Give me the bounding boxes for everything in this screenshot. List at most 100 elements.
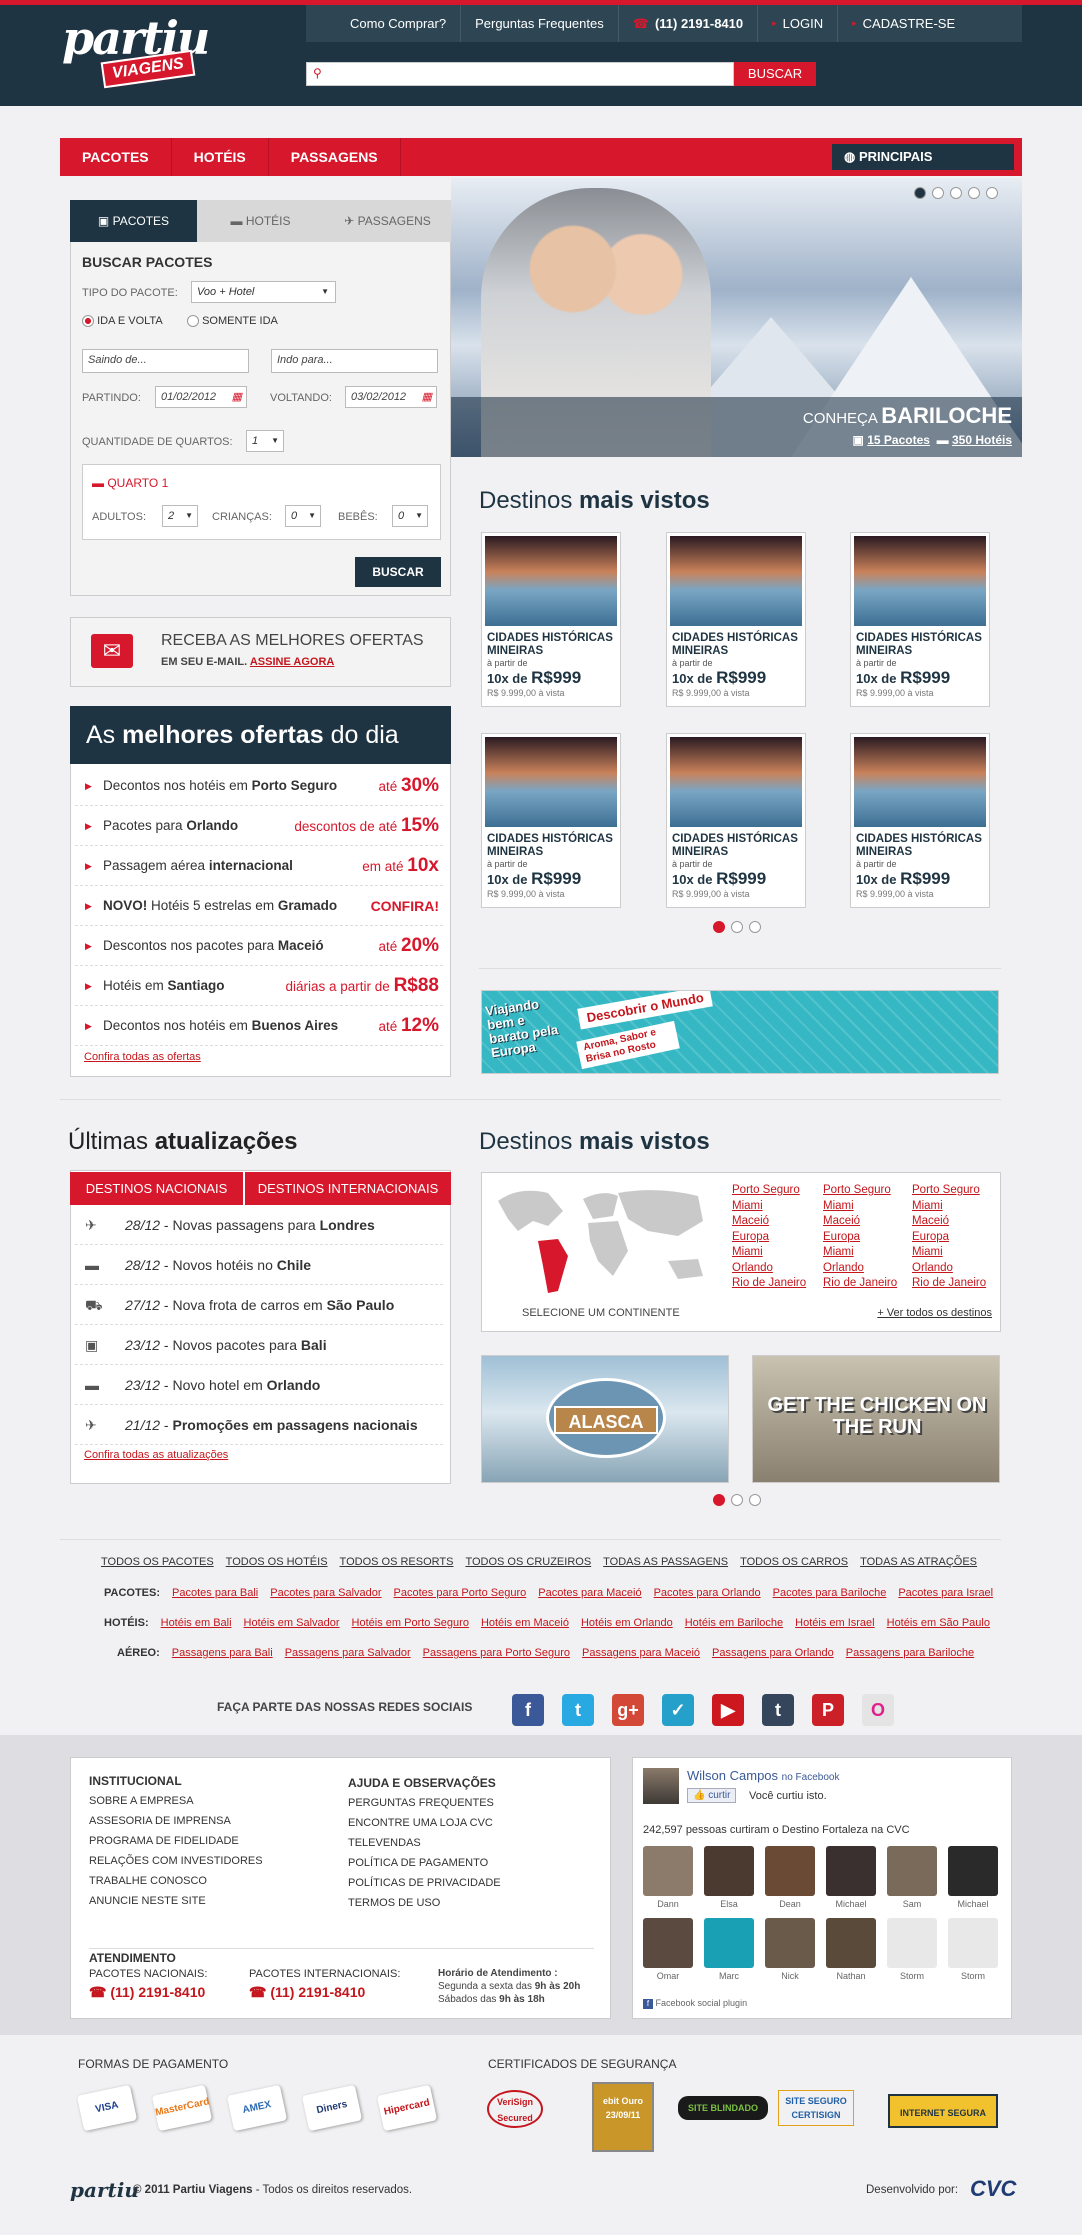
criancas-select[interactable]: 0 ▼ bbox=[285, 505, 321, 527]
aereo-link[interactable]: Passagens para Bali bbox=[172, 1647, 273, 1659]
pacotes-link[interactable]: Pacotes para Salvador bbox=[270, 1587, 381, 1599]
fan-avatar[interactable] bbox=[826, 1918, 876, 1968]
footer-link[interactable]: SOBRE A EMPRESA bbox=[89, 1791, 263, 1811]
link-faq[interactable]: Perguntas Frequentes bbox=[461, 5, 619, 42]
ebit-badge[interactable]: ebit Ouro 23/09/11 bbox=[592, 2082, 654, 2152]
page-dot[interactable] bbox=[731, 921, 743, 933]
destination-card[interactable]: CIDADES HISTÓRICAS MINEIRAS à partir de 10… bbox=[850, 733, 990, 908]
city-link[interactable]: Miami bbox=[732, 1245, 806, 1261]
city-link[interactable]: Miami bbox=[823, 1199, 897, 1215]
slide-dot[interactable] bbox=[950, 187, 962, 199]
city-link[interactable]: Europa bbox=[912, 1230, 986, 1246]
hoteis-link[interactable]: Hotéis em Salvador bbox=[244, 1617, 340, 1629]
link-como-comprar[interactable]: Como Comprar? bbox=[306, 5, 462, 42]
destination-card[interactable]: CIDADES HISTÓRICAS MINEIRAS à partir de 10… bbox=[850, 532, 990, 707]
footer-link[interactable]: TERMOS DE USO bbox=[348, 1893, 501, 1913]
pacotes-link[interactable]: Pacotes para Orlando bbox=[654, 1587, 761, 1599]
fb-like-button[interactable]: 👍 curtir bbox=[687, 1788, 737, 1803]
updates-link[interactable]: Confira todas as atualizações bbox=[84, 1449, 228, 1461]
footer-link[interactable]: PERGUNTAS FREQUENTES bbox=[348, 1793, 501, 1813]
footer-link[interactable]: POLÍTICA DE PAGAMENTO bbox=[348, 1853, 501, 1873]
update-row[interactable]: ⛟ 27/12 - Nova frota de carros em São Pau… bbox=[75, 1285, 443, 1325]
update-row[interactable]: ✈ 28/12 - Novas passagens para Londres bbox=[75, 1205, 443, 1245]
assine-link[interactable]: ASSINE AGORA bbox=[250, 656, 335, 668]
cvc-logo[interactable]: CVC bbox=[970, 2176, 1016, 2202]
tab-destinos-nacionais[interactable]: DESTINOS NACIONAIS bbox=[70, 1172, 243, 1205]
voltando-date[interactable]: 03/02/2012 ▦ bbox=[345, 386, 437, 408]
twitter-icon[interactable]: t bbox=[562, 1694, 594, 1726]
page-dot[interactable] bbox=[749, 921, 761, 933]
buscar-button[interactable]: BUSCAR bbox=[355, 557, 441, 587]
slide-dot[interactable] bbox=[968, 187, 980, 199]
pacotes-link[interactable]: Pacotes para Porto Seguro bbox=[394, 1587, 527, 1599]
fan-avatar[interactable] bbox=[704, 1846, 754, 1896]
update-row[interactable]: ✈ 21/12 - Promoções em passagens nacionai… bbox=[75, 1405, 443, 1445]
footer-link[interactable]: ANUNCIE NESTE SITE bbox=[89, 1891, 263, 1911]
facebook-icon[interactable]: f bbox=[512, 1694, 544, 1726]
category-link[interactable]: TODAS AS ATRAÇÕES bbox=[860, 1556, 977, 1568]
signup-link[interactable]: ▸ CADASTRE-SE bbox=[838, 5, 969, 42]
city-link[interactable]: Miami bbox=[912, 1199, 986, 1215]
city-link[interactable]: Miami bbox=[912, 1245, 986, 1261]
aereo-link[interactable]: Passagens para Bariloche bbox=[846, 1647, 974, 1659]
hoteis-link[interactable]: Hotéis em Israel bbox=[795, 1617, 874, 1629]
destination-card[interactable]: CIDADES HISTÓRICAS MINEIRAS à partir de 10… bbox=[481, 532, 621, 707]
origem-input[interactable]: Saindo de... bbox=[82, 349, 249, 373]
page-dot[interactable] bbox=[731, 1494, 743, 1506]
radio-ida-volta[interactable]: IDA E VOLTA bbox=[82, 315, 163, 328]
update-row[interactable]: ▬ 28/12 - Novos hotéis no Chile bbox=[75, 1245, 443, 1285]
tab-passagens[interactable]: ✈ PASSAGENS bbox=[324, 200, 451, 242]
flickr-icon[interactable]: O bbox=[862, 1694, 894, 1726]
hoteis-link[interactable]: Hotéis em Porto Seguro bbox=[352, 1617, 469, 1629]
offer-row[interactable]: ▶ Passagem aérea internacional em até 10x bbox=[75, 846, 443, 886]
footer-link[interactable]: ASSESORIA DE IMPRENSA bbox=[89, 1811, 263, 1831]
principais-destinos-button[interactable]: ◍ PRINCIPAIS DESTINOS▼ bbox=[832, 144, 1014, 190]
destino-input[interactable]: Indo para... bbox=[271, 349, 438, 373]
footer-link[interactable]: RELAÇÕES COM INVESTIDORES bbox=[89, 1851, 263, 1871]
pacotes-link[interactable]: Pacotes para Bariloche bbox=[773, 1587, 887, 1599]
fan-avatar[interactable] bbox=[948, 1918, 998, 1968]
aereo-link[interactable]: Passagens para Maceió bbox=[582, 1647, 700, 1659]
destination-card[interactable]: CIDADES HISTÓRICAS MINEIRAS à partir de 10… bbox=[666, 532, 806, 707]
footer-link[interactable]: ENCONTRE UMA LOJA CVC bbox=[348, 1813, 501, 1833]
fan-avatar[interactable] bbox=[887, 1918, 937, 1968]
tumblr-icon[interactable]: t bbox=[762, 1694, 794, 1726]
footer-link[interactable]: TRABALHE CONOSCO bbox=[89, 1871, 263, 1891]
fan-avatar[interactable] bbox=[948, 1846, 998, 1896]
city-link[interactable]: Orlando bbox=[912, 1261, 986, 1277]
fan-avatar[interactable] bbox=[643, 1846, 693, 1896]
page-dot[interactable] bbox=[749, 1494, 761, 1506]
hoteis-link[interactable]: Hotéis em Orlando bbox=[581, 1617, 673, 1629]
city-link[interactable]: Porto Seguro bbox=[732, 1183, 806, 1199]
pacotes-link[interactable]: Pacotes para Bali bbox=[172, 1587, 258, 1599]
hoteis-link[interactable]: Hotéis em São Paulo bbox=[887, 1617, 990, 1629]
tipo-select[interactable]: Voo + Hotel ▼ bbox=[191, 281, 336, 303]
fan-avatar[interactable] bbox=[643, 1918, 693, 1968]
city-link[interactable]: Rio de Janeiro bbox=[823, 1276, 897, 1292]
hero-hoteis-link[interactable]: 350 Hotéis bbox=[952, 433, 1012, 447]
category-link[interactable]: TODOS OS HOTÉIS bbox=[226, 1556, 328, 1568]
europa-banner[interactable]: Viajando bem e barato pela Europa Descob… bbox=[481, 990, 999, 1074]
page-dot[interactable] bbox=[713, 921, 725, 933]
slide-dot[interactable] bbox=[986, 187, 998, 199]
destination-card[interactable]: CIDADES HISTÓRICAS MINEIRAS à partir de 10… bbox=[481, 733, 621, 908]
youtube-icon[interactable]: ▶ bbox=[712, 1694, 744, 1726]
category-link[interactable]: TODOS OS CRUZEIROS bbox=[465, 1556, 591, 1568]
site-blindado-badge[interactable]: SITE BLINDADO bbox=[678, 2096, 768, 2120]
offer-row[interactable]: ▶ Pacotes para Orlando descontos de até 15… bbox=[75, 806, 443, 846]
aereo-link[interactable]: Passagens para Orlando bbox=[712, 1647, 834, 1659]
city-link[interactable]: Orlando bbox=[823, 1261, 897, 1277]
pinterest-icon[interactable]: P bbox=[812, 1694, 844, 1726]
alasca-promo[interactable]: ALASCA bbox=[481, 1355, 729, 1483]
ver-todos-destinos[interactable]: + Ver todos os destinos bbox=[877, 1307, 992, 1319]
verisign-badge[interactable]: VeriSign Secured bbox=[487, 2090, 543, 2128]
offer-row[interactable]: ▶ Hotéis em Santiago diárias a partir de R… bbox=[75, 966, 443, 1006]
city-link[interactable]: Maceió bbox=[912, 1214, 986, 1230]
city-link[interactable]: Maceió bbox=[823, 1214, 897, 1230]
adultos-select[interactable]: 2 ▼ bbox=[162, 505, 198, 527]
search-input[interactable]: ⚲ bbox=[306, 62, 734, 86]
partindo-date[interactable]: 01/02/2012 ▦ bbox=[155, 386, 247, 408]
aereo-link[interactable]: Passagens para Salvador bbox=[285, 1647, 411, 1659]
destination-card[interactable]: CIDADES HISTÓRICAS MINEIRAS à partir de 10… bbox=[666, 733, 806, 908]
foursquare-icon[interactable]: ✓ bbox=[662, 1694, 694, 1726]
